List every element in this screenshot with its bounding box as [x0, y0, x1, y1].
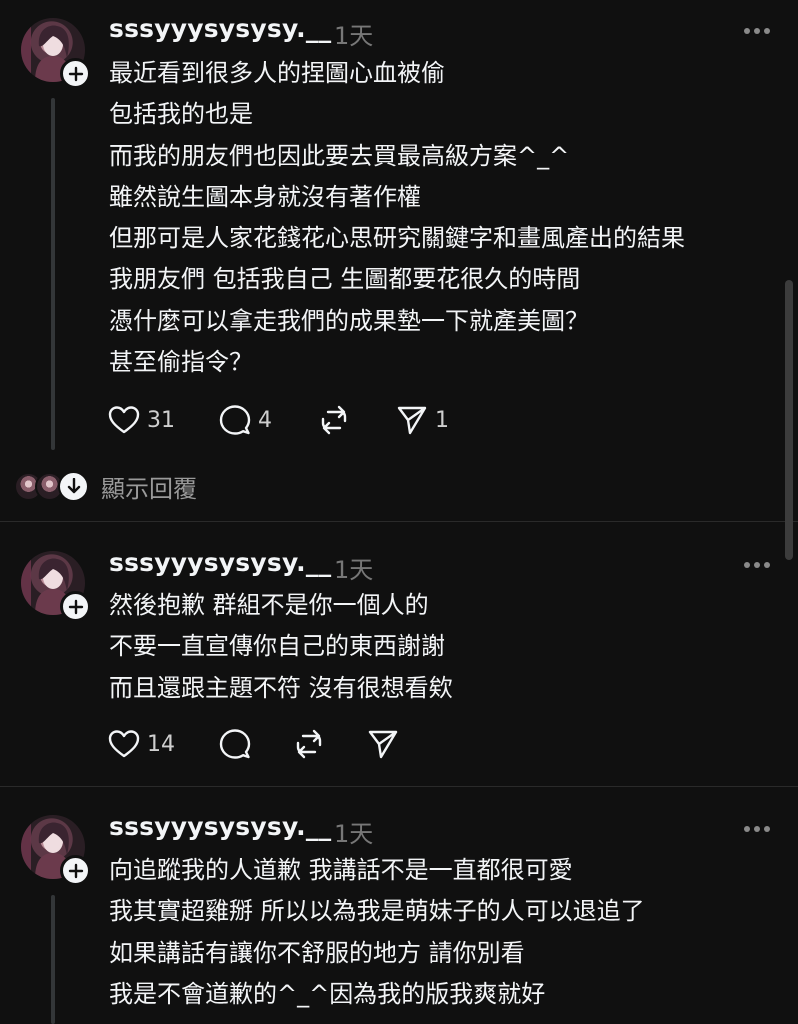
- post-time: 1天: [334, 556, 374, 584]
- share-button[interactable]: 1: [396, 404, 449, 436]
- text-line: 我其實超雞掰 所以以為我是萌妹子的人可以退追了: [109, 897, 645, 926]
- plus-icon: [68, 863, 83, 878]
- post-text: 最近看到很多人的捏圖心血被偷 包括我的也是 而我的朋友們也因此要去買最高級方案^…: [109, 53, 685, 383]
- action-bar: 31 4 1: [108, 400, 449, 440]
- text-line: 然後抱歉 群組不是你一個人的: [109, 591, 429, 619]
- send-icon: [368, 730, 398, 759]
- comment-button[interactable]: 4: [219, 404, 272, 436]
- text-line: 憑什麼可以拿走我們的成果墊一下就產美圖？: [109, 306, 589, 335]
- repost-icon: [296, 729, 322, 759]
- text-line: 我是不會道歉的^_^因為我的版我爽就好: [109, 979, 546, 1008]
- like-button[interactable]: 31: [108, 405, 175, 435]
- like-count: 31: [147, 407, 175, 433]
- text-line: 而且還跟主題不符 沒有很想看欸: [109, 673, 453, 702]
- text-line: 雖然說生圖本身就沒有著作權: [109, 182, 421, 211]
- username[interactable]: sssyyysysysy.__: [109, 14, 331, 43]
- text-line: 向追蹤我的人道歉 我講話不是一直都很可愛: [109, 856, 573, 884]
- heart-icon: [108, 730, 140, 758]
- divider: [0, 521, 798, 522]
- heart-icon: [108, 406, 140, 434]
- text-line: 最近看到很多人的捏圖心血被偷: [109, 59, 445, 87]
- follow-button[interactable]: [60, 58, 91, 89]
- comment-bubble-icon: [219, 729, 251, 759]
- send-icon: [397, 406, 427, 435]
- share-button[interactable]: [367, 728, 399, 760]
- text-line: 如果講話有讓你不舒服的地方 請你別看: [109, 938, 525, 967]
- text-line: 而我的朋友們也因此要去買最高級方案^_^: [109, 141, 570, 170]
- repost-button[interactable]: [318, 404, 350, 436]
- plus-icon: [68, 66, 83, 81]
- text-line: 包括我的也是: [109, 100, 253, 129]
- username[interactable]: sssyyysysysy.__: [109, 812, 331, 841]
- username[interactable]: sssyyysysysy.__: [109, 548, 331, 577]
- post-time: 1天: [334, 22, 374, 50]
- comment-button[interactable]: [219, 728, 251, 760]
- repost-button[interactable]: [293, 728, 325, 760]
- follow-button[interactable]: [60, 591, 91, 622]
- post-text: 然後抱歉 群組不是你一個人的 不要一直宣傳你自己的東西謝謝 而且還跟主題不符 沒…: [109, 585, 453, 709]
- show-replies-button[interactable]: 顯示回覆: [14, 466, 197, 506]
- text-line: 我朋友們 包括我自己 生圖都要花很久的時間: [109, 265, 581, 294]
- text-line: 但那可是人家花錢花心思研究關鍵字和畫風產出的結果: [109, 224, 685, 253]
- expand-replies: [58, 470, 89, 502]
- text-line: 甚至偷指令？: [109, 348, 253, 377]
- comment-count: 4: [258, 407, 272, 433]
- comment-bubble-icon: [219, 405, 251, 435]
- more-horizontal-icon[interactable]: [742, 821, 772, 837]
- show-replies-label: 顯示回覆: [101, 474, 197, 503]
- scrollbar[interactable]: [785, 280, 793, 560]
- more-horizontal-icon[interactable]: [742, 23, 772, 39]
- share-count: 1: [435, 407, 449, 433]
- follow-button[interactable]: [60, 855, 91, 886]
- thread-line: [51, 895, 55, 1024]
- action-bar: 14: [108, 724, 399, 764]
- like-count: 14: [147, 731, 175, 757]
- post-text: 向追蹤我的人道歉 我講話不是一直都很可愛 我其實超雞掰 所以以為我是萌妹子的人可…: [109, 850, 645, 1015]
- divider: [0, 786, 798, 787]
- post-time: 1天: [334, 820, 374, 848]
- text-line: 不要一直宣傳你自己的東西謝謝: [109, 632, 445, 661]
- thread-line: [51, 98, 55, 450]
- more-horizontal-icon[interactable]: [742, 557, 772, 573]
- plus-icon: [68, 599, 83, 614]
- arrow-down-icon: [67, 478, 80, 494]
- like-button[interactable]: 14: [108, 729, 175, 759]
- repost-icon: [321, 405, 347, 435]
